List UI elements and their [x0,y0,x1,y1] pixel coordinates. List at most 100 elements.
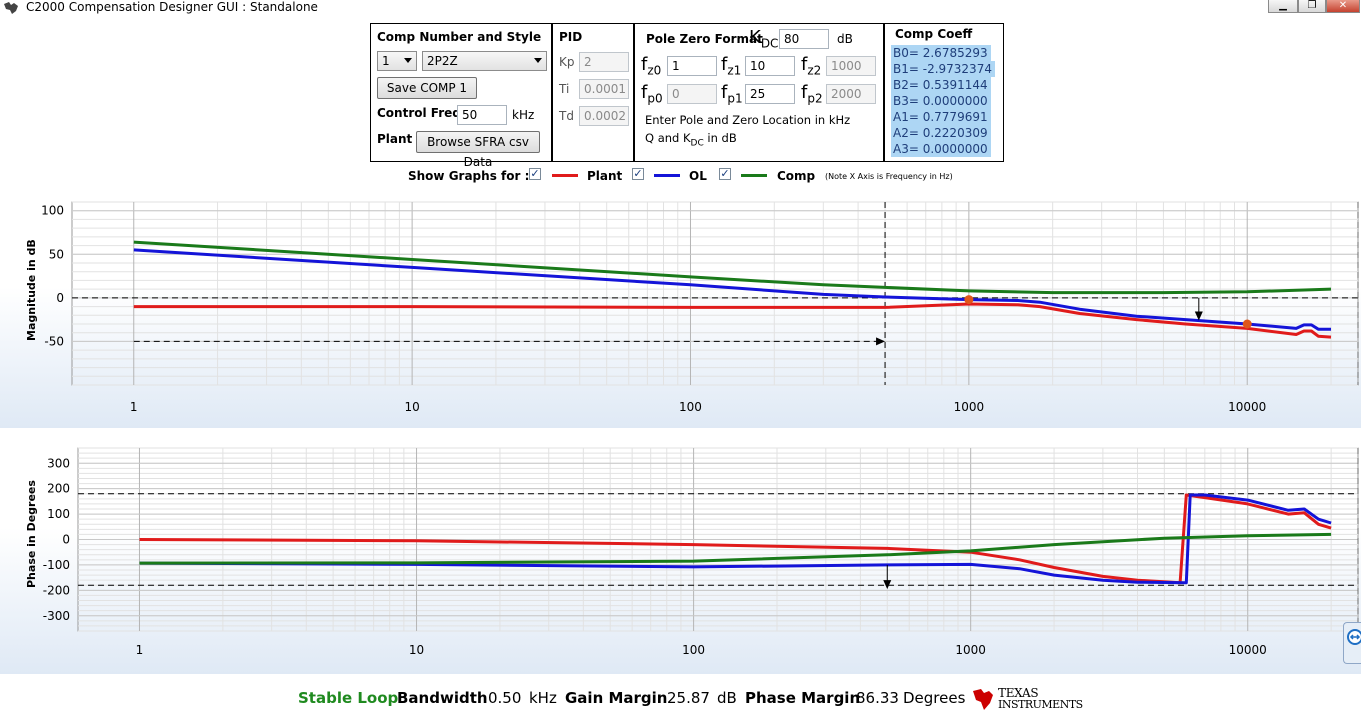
minimize-button[interactable]: ▁ [1268,0,1298,13]
save-comp-button[interactable]: Save COMP 1 [377,77,477,99]
comp-legend-line [741,174,767,177]
expand-icon [1347,629,1361,645]
x-axis-note: (Note X Axis is Frequency in Hz) [825,172,953,181]
comp-checkbox[interactable]: ✓ [719,168,731,180]
bandwidth-label: Bandwidth [397,689,488,707]
pole-zero-panel: Pole Zero Format KDC 80 dB fz0 1 fz1 10 … [634,23,884,162]
y-tick-label: 0 [62,533,70,547]
phase-plot: 3002001000-100-200-3001 10 100 1000 10000 [43,447,1359,657]
y-tick-label: 300 [47,456,70,470]
ti-label: Ti [559,82,570,96]
fz2-input[interactable]: 1000 [826,56,876,76]
fp0-input[interactable]: 0 [667,84,717,104]
comp-coeff-title: Comp Coeff [895,27,973,41]
fp1-input[interactable]: 25 [745,84,795,104]
y-tick-label: -50 [44,334,64,348]
kdc-input[interactable]: 80 [779,29,829,49]
plant-checkbox[interactable]: ✓ [529,168,541,180]
data-marker [1242,319,1252,329]
kp-input[interactable]: 2 [579,52,629,72]
x-tick-label: 100 [679,400,702,414]
x-tick-label: 1000 [955,643,986,657]
app-logo-icon [4,2,18,14]
y-tick-label: 200 [47,482,70,496]
x-tick-label: 1 [130,400,138,414]
ti-logo-line2: Instruments [998,698,1083,711]
series-line-comp [139,532,1332,565]
comp-style-value: 2P2Z [427,54,458,68]
x-tick-label: 1 [136,643,144,657]
gain-margin-unit: dB [717,689,737,707]
phase-margin-unit: Degrees [903,689,966,707]
ol-legend-label: OL [689,169,707,183]
x-tick-label: 10 [404,400,419,414]
pz-hint-line2: Q and KDC in dB [645,131,737,149]
comp-panel-title: Comp Number and Style [377,30,542,44]
fz2-label: fz2 [801,54,822,78]
y-tick-label: 0 [56,291,64,305]
fz1-input[interactable]: 10 [745,56,795,76]
arrow-head [883,580,892,590]
y-tick-label: -200 [43,583,70,597]
side-panel-toggle[interactable] [1343,622,1361,664]
ti-logo-icon [973,689,993,710]
gain-margin-value: 25.87 [667,689,710,707]
y-tick-label: -100 [43,558,70,572]
arrow-head [876,337,886,346]
pz-hint-line1: Enter Pole and Zero Location in kHz [645,113,851,127]
x-tick-label: 10000 [1228,400,1266,414]
comp-coeff-line: B2= 0.5391144 [891,77,991,93]
chevron-down-icon [534,58,542,63]
comp-coeff-line: A2= 0.2220309 [891,125,991,141]
pole-zero-title: Pole Zero Format [646,32,763,46]
fp2-label: fp2 [801,82,823,106]
td-input[interactable]: 0.0002 [579,106,629,126]
pid-panel: PID Kp 2 Ti 0.0001 Td 0.0002 [552,23,634,162]
plant-legend-label: Plant [587,169,623,183]
y-tick-label: 50 [49,247,64,261]
loop-status: Stable Loop [298,689,399,707]
x-tick-label: 1000 [954,400,985,414]
browse-sfra-button[interactable]: Browse SFRA csv Data [416,131,540,169]
maximize-button[interactable]: ❐ [1298,0,1326,13]
comp-number-value: 1 [382,54,390,68]
td-label: Td [559,109,574,123]
comp-number-style-panel: Comp Number and Style 1 2P2Z Save COMP 1… [370,23,552,169]
gain-margin-label: Gain Margin [565,689,668,707]
kp-label: Kp [559,55,575,69]
fp2-input[interactable]: 2000 [826,84,876,104]
bandwidth-unit: kHz [529,689,557,707]
phase-margin-label: Phase Margin [745,689,861,707]
kdc-unit: dB [837,32,853,46]
control-freq-label: Control Freq [377,106,461,120]
series-line-comp [133,240,1332,295]
comp-style-select[interactable]: 2P2Z [422,51,547,71]
y-tick-label: 100 [41,204,64,218]
fp0-label: fp0 [641,82,663,106]
ti-logo: Texas Instruments [971,687,1083,713]
fp1-label: fp1 [721,82,743,106]
x-tick-label: 10 [409,643,424,657]
control-freq-input[interactable]: 50 [457,105,507,125]
comp-coeff-line: A1= 0.7779691 [891,109,991,125]
x-tick-label: 10000 [1229,643,1267,657]
y-tick-label: 100 [47,507,70,521]
comp-coeff-line: A3= 0.0000000 [891,141,991,157]
fz0-input[interactable]: 1 [667,56,717,76]
comp-number-select[interactable]: 1 [377,51,417,71]
chevron-down-icon [404,58,412,63]
data-marker [964,295,974,305]
kdc-label: KDC [749,27,779,51]
x-tick-label: 100 [682,643,705,657]
show-graphs-label: Show Graphs for : [408,169,530,183]
ol-checkbox[interactable]: ✓ [632,168,644,180]
y-tick-label: -300 [43,609,70,623]
comp-coeff-line: B1= -2.9732374 [891,61,995,77]
control-freq-unit: kHz [512,108,535,122]
close-button[interactable]: ✕ [1326,0,1360,13]
series-line-plant [133,302,1332,339]
magnitude-plot: 100 50 0 -50 1 10 100 1000 10000 [41,201,1359,414]
window-title: C2000 Compensation Designer GUI : Standa… [26,0,318,14]
ti-input[interactable]: 0.0001 [579,79,629,99]
phase-margin-value: 86.33 [856,689,899,707]
